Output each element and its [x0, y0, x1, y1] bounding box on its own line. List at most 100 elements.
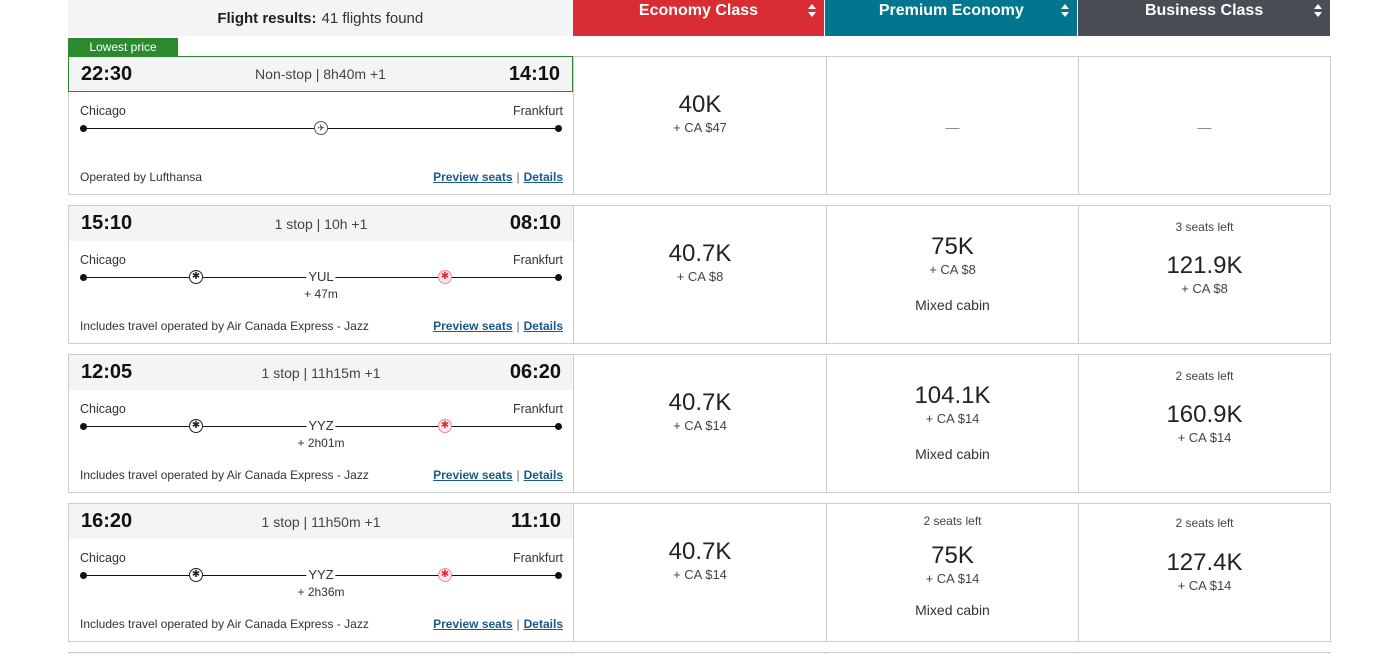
destination-city: Frankfurt	[512, 104, 563, 118]
destination-dot	[555, 125, 562, 132]
operator-text: Includes travel operated by Air Canada E…	[80, 468, 369, 482]
layover-duration: + 47m	[304, 287, 338, 301]
air-canada-logo-icon: ✱	[438, 568, 452, 582]
flight-row: 15:10 1 stop | 10h +1 08:10 Chicago Fran…	[68, 205, 1331, 344]
fare-taxes: + CA $14	[1177, 430, 1232, 445]
fare-points: 104.1K	[914, 382, 991, 409]
stop-airport-code: YUL	[306, 269, 336, 284]
fare-points: 75K	[931, 542, 974, 569]
seats-left: 2 seats left	[1175, 516, 1234, 530]
flight-info: 15:10 1 stop | 10h +1 08:10 Chicago Fran…	[69, 206, 574, 343]
mixed-cabin-note: Mixed cabin	[915, 297, 990, 313]
fare-taxes: + CA $8	[1181, 281, 1228, 296]
fare-taxes: + CA $14	[673, 418, 727, 433]
details-link[interactable]: Details	[524, 319, 563, 333]
details-link[interactable]: Details	[524, 170, 563, 184]
destination-city: Frankfurt	[512, 402, 563, 416]
fare-points: 160.9K	[1166, 401, 1243, 428]
route-line: ✱ YYZ + 2h36m ✱	[80, 567, 562, 599]
business-fare[interactable]: 2 seats left 160.9K + CA $14	[1078, 355, 1330, 492]
operator-text: Includes travel operated by Air Canada E…	[80, 319, 369, 333]
origin-city: Chicago	[80, 104, 126, 118]
sort-business-class[interactable]: Business Class	[1078, 0, 1330, 36]
premium-fare[interactable]: 75K + CA $8 Mixed cabin	[826, 206, 1078, 343]
air-canada-express-logo-icon: ✱	[189, 568, 203, 582]
air-canada-logo-icon: ✱	[438, 419, 452, 433]
seats-left: 2 seats left	[1175, 369, 1234, 383]
flight-info: 12:05 1 stop | 11h15m +1 06:20 Chicago F…	[69, 355, 574, 492]
details-link[interactable]: Details	[524, 468, 563, 482]
arrival-time: 08:10	[509, 212, 561, 234]
time-bar: 15:10 1 stop | 10h +1 08:10	[69, 206, 573, 241]
stop-airport-code: YYZ	[306, 418, 336, 433]
link-separator: |	[516, 468, 520, 482]
flight-links: Preview seats | Details	[433, 170, 563, 184]
business-fare[interactable]: 2 seats left 127.4K + CA $14	[1078, 504, 1330, 641]
lufthansa-logo-icon: ✈	[314, 121, 328, 135]
flight-summary: 1 stop | 11h15m +1	[261, 364, 381, 381]
origin-city: Chicago	[80, 253, 126, 267]
flight-links: Preview seats | Details	[433, 468, 563, 482]
origin-city: Chicago	[80, 551, 126, 565]
origin-city: Chicago	[80, 402, 126, 416]
stop-airport-code: YYZ	[306, 567, 336, 582]
sort-icon[interactable]	[1061, 4, 1070, 18]
route-line: ✈	[80, 121, 562, 135]
sort-icon[interactable]	[1313, 4, 1322, 18]
destination-dot	[555, 423, 562, 430]
destination-city: Frankfurt	[512, 551, 563, 565]
flight-row: 16:20 1 stop | 11h50m +1 11:10 Chicago F…	[68, 503, 1331, 642]
sort-premium-economy[interactable]: Premium Economy	[825, 0, 1078, 36]
flight-summary: Non-stop | 8h40m +1	[255, 66, 386, 82]
preview-seats-link[interactable]: Preview seats	[433, 319, 512, 333]
preview-seats-link[interactable]: Preview seats	[433, 170, 512, 184]
lowest-price-badge: Lowest price	[68, 38, 178, 56]
arrival-time: 11:10	[510, 510, 561, 532]
operator-text: Includes travel operated by Air Canada E…	[80, 617, 369, 631]
flight-summary: 1 stop | 11h50m +1	[261, 513, 381, 530]
economy-fare[interactable]: 40.7K + CA $14	[574, 504, 826, 641]
fare-taxes: + CA $8	[676, 269, 724, 284]
unavailable-dash: —	[1197, 119, 1212, 135]
departure-time: 15:10	[81, 212, 133, 234]
seats-left: 3 seats left	[1175, 220, 1234, 234]
layover-duration: + 2h36m	[297, 585, 345, 599]
economy-fare[interactable]: 40.7K + CA $8	[574, 206, 826, 343]
departure-time: 22:30	[81, 62, 133, 85]
sort-economy-class[interactable]: Economy Class	[572, 0, 825, 36]
results-header: Flight results: 41 flights found Economy…	[68, 0, 1330, 36]
fare-taxes: + CA $8	[929, 262, 976, 277]
fare-taxes: + CA $47	[673, 120, 727, 135]
business-fare[interactable]: 3 seats left 121.9K + CA $8	[1078, 206, 1330, 343]
economy-fare[interactable]: 40.7K + CA $14	[574, 355, 826, 492]
unavailable-dash: —	[945, 119, 960, 135]
flight-links: Preview seats | Details	[433, 617, 563, 631]
departure-time: 16:20	[81, 510, 133, 532]
premium-economy-label: Premium Economy	[878, 2, 1024, 19]
flight-row: 22:30 Non-stop | 8h40m +1 14:10 Chicago …	[68, 56, 1331, 195]
air-canada-logo-icon: ✱	[438, 270, 452, 284]
origin-dot	[80, 423, 87, 430]
sort-icon[interactable]	[808, 4, 817, 18]
route-line: ✱ YYZ + 2h01m ✱	[80, 418, 562, 450]
flight-links: Preview seats | Details	[433, 319, 563, 333]
air-canada-express-logo-icon: ✱	[189, 419, 203, 433]
preview-seats-link[interactable]: Preview seats	[433, 468, 512, 482]
premium-fare[interactable]: 104.1K + CA $14 Mixed cabin	[826, 355, 1078, 492]
link-separator: |	[516, 617, 520, 631]
link-separator: |	[516, 170, 520, 184]
business-class-label: Business Class	[1144, 2, 1264, 19]
time-bar: 12:05 1 stop | 11h15m +1 06:20	[69, 355, 573, 390]
premium-fare[interactable]: 2 seats left 75K + CA $14 Mixed cabin	[826, 504, 1078, 641]
mixed-cabin-note: Mixed cabin	[915, 446, 990, 462]
details-link[interactable]: Details	[524, 617, 563, 631]
economy-fare[interactable]: 40K + CA $47	[574, 57, 826, 194]
preview-seats-link[interactable]: Preview seats	[433, 617, 512, 631]
fare-taxes: + CA $14	[925, 411, 980, 426]
time-bar: 22:30 Non-stop | 8h40m +1 14:10	[68, 56, 573, 92]
destination-dot	[555, 274, 562, 281]
flight-row: 12:05 1 stop | 11h15m +1 06:20 Chicago F…	[68, 354, 1331, 493]
business-fare-unavailable: —	[1078, 57, 1330, 194]
seats-left: 2 seats left	[923, 514, 982, 528]
fare-taxes: + CA $14	[925, 571, 980, 586]
